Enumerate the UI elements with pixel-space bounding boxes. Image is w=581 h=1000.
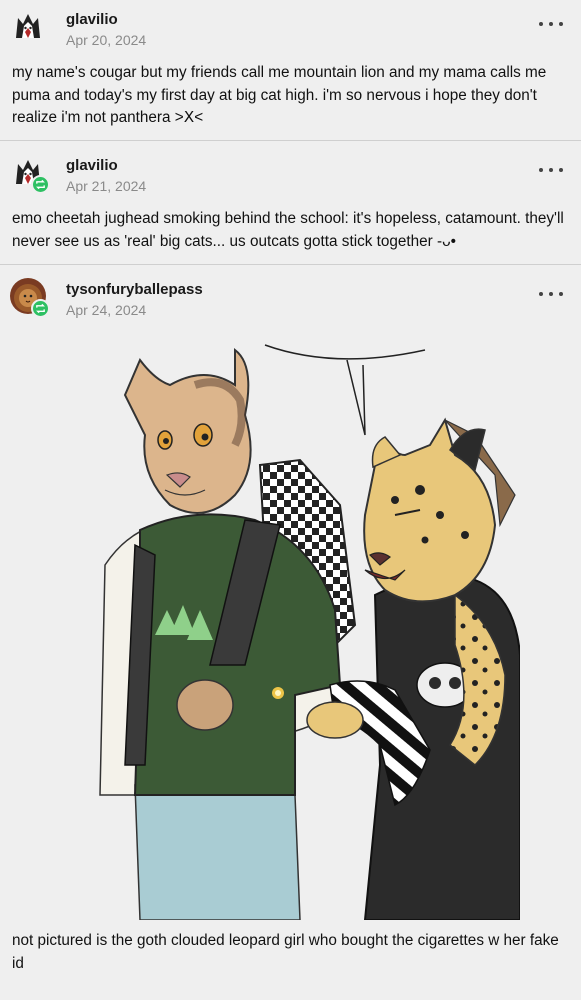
cougar-and-cheetah-illustration[interactable] [95,325,521,921]
post-header: glavilio Apr 20, 2024 [0,0,581,54]
post-date[interactable]: Apr 21, 2024 [66,178,146,194]
username[interactable]: glavilio [66,11,118,28]
husky-avatar-icon [10,8,46,44]
post-header: tysonfuryballepass Apr 24, 2024 [0,270,581,324]
avatar[interactable] [10,278,50,318]
username[interactable]: glavilio [66,157,118,174]
avatar[interactable] [10,8,46,44]
post-3: tysonfuryballepass Apr 24, 2024 [0,270,581,324]
post-2: glavilio Apr 21, 2024 emo cheetah jughea… [0,146,581,253]
post-date[interactable]: Apr 20, 2024 [66,32,146,48]
more-options-icon[interactable] [539,14,563,34]
post-text: my name's cougar but my friends call me … [12,64,547,126]
username[interactable]: tysonfuryballepass [66,281,203,298]
more-options-icon[interactable] [539,284,563,304]
reblog-icon [31,299,50,318]
post-text: emo cheetah jughead smoking behind the s… [12,210,564,250]
avatar[interactable] [10,154,50,194]
post-date[interactable]: Apr 24, 2024 [66,302,146,318]
reblog-icon [31,175,50,194]
post-1: glavilio Apr 20, 2024 my name's cougar b… [0,0,581,130]
more-options-icon[interactable] [539,160,563,180]
post-divider [0,264,581,265]
post-divider [0,140,581,141]
post-header: glavilio Apr 21, 2024 [0,146,581,200]
post-text: not pictured is the goth clouded leopard… [12,932,559,972]
